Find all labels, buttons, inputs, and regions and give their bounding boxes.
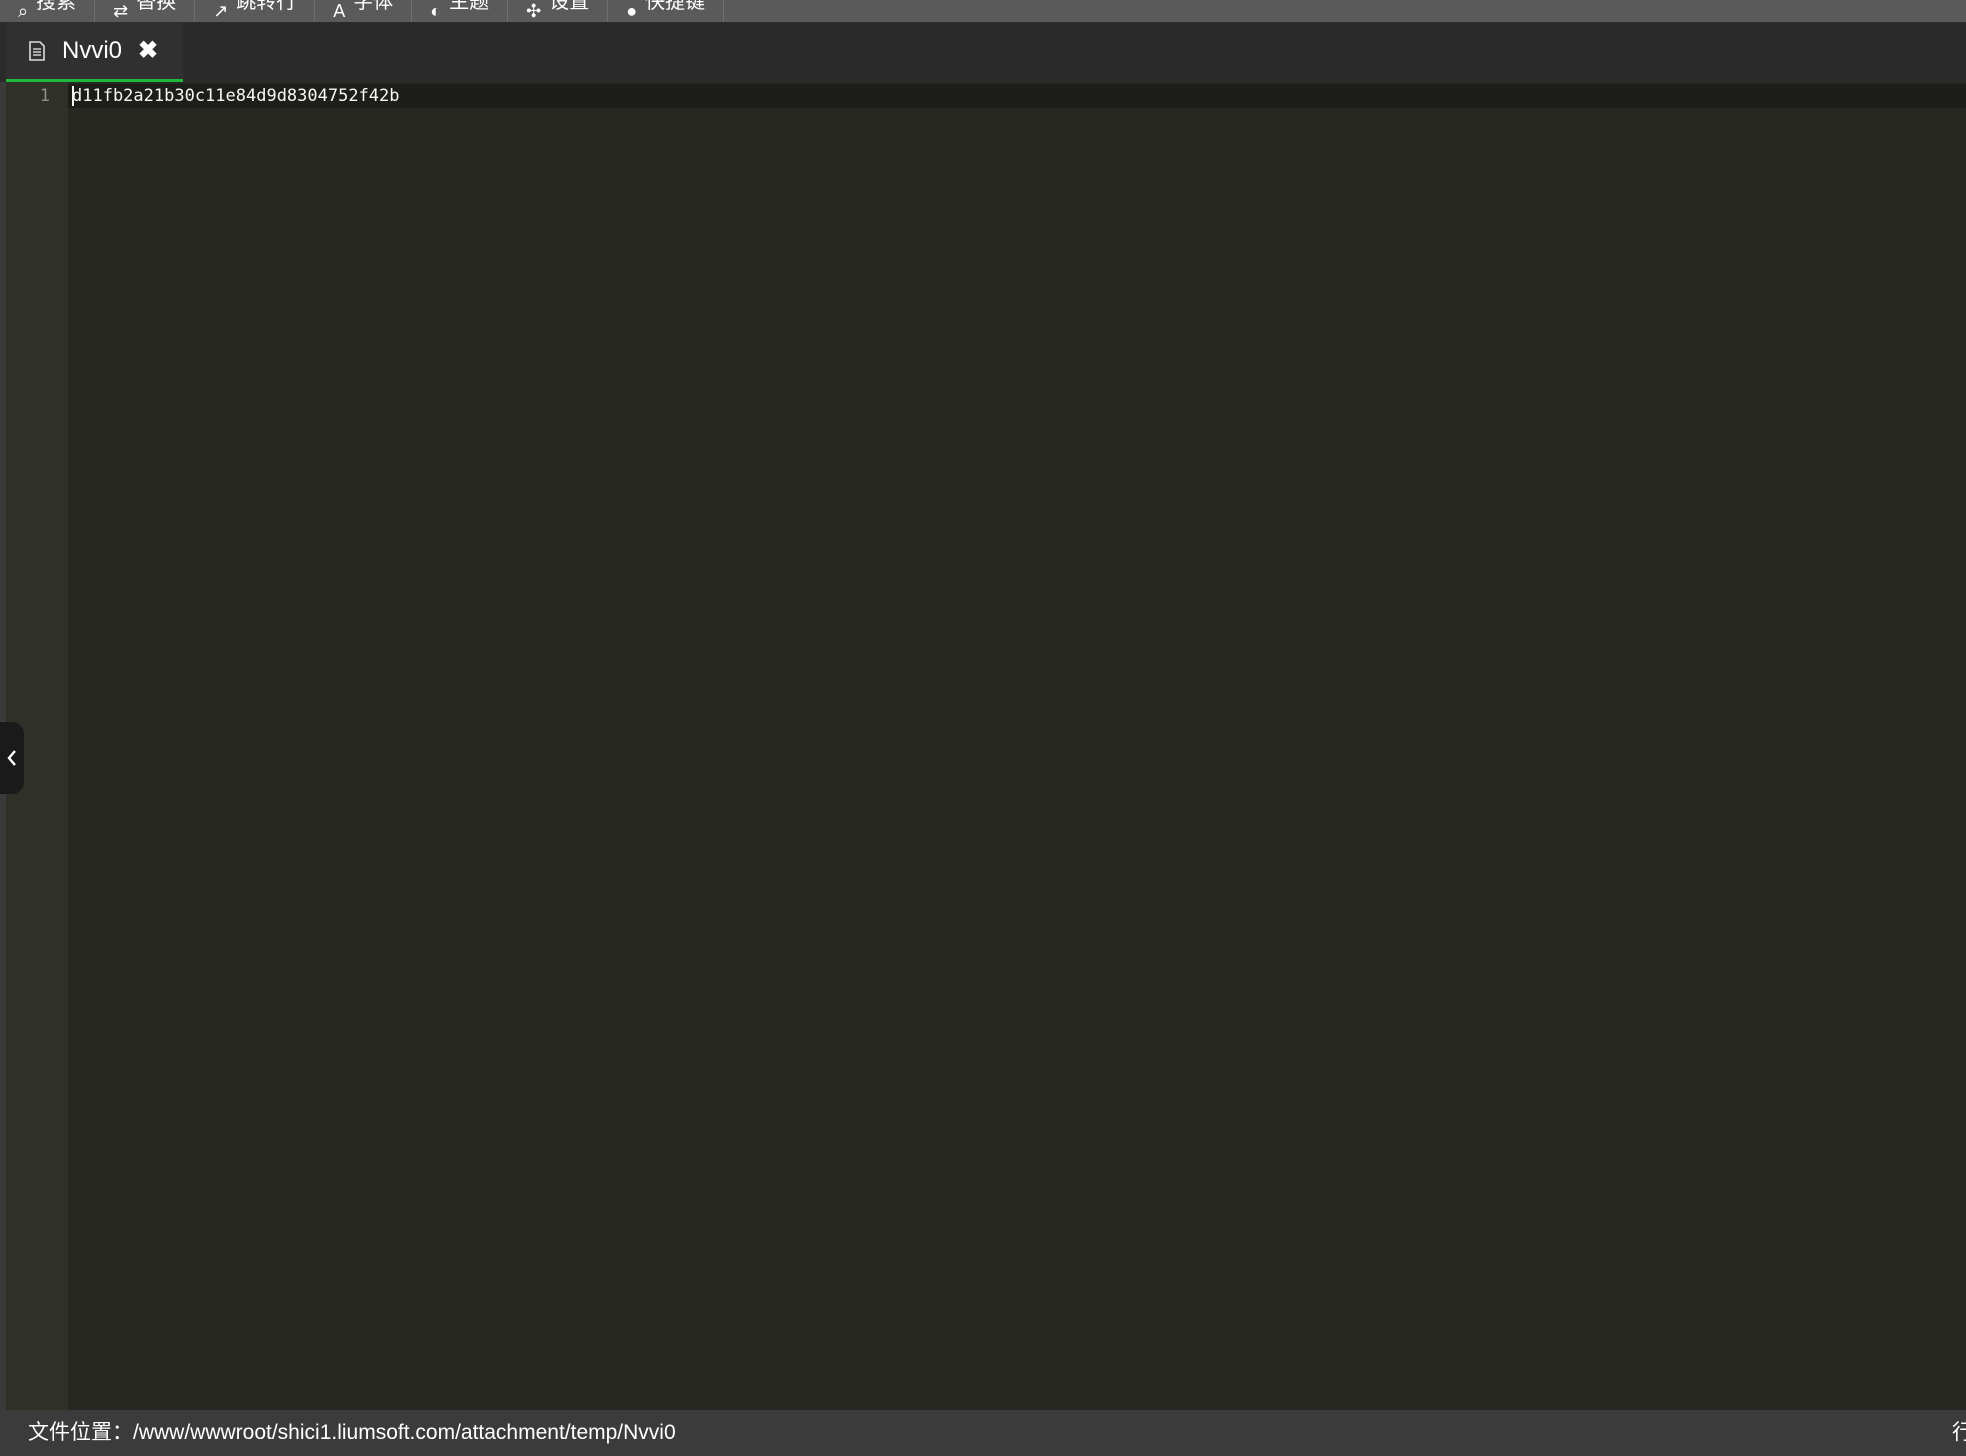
font-icon: A [333,1,346,21]
toolbar-search-label: 搜索 [36,0,77,13]
cursor-position-label: 行 [1952,1421,1966,1444]
replace-icon: ⇄ [113,1,129,21]
search-icon: ⌕ [18,1,29,21]
toolbar-keyboard-label: 快捷键 [645,0,706,13]
toolbar-theme-button[interactable]: ◐ 主题 [412,0,509,22]
tab-nvvi0[interactable]: Nvvi0 ✖ [6,22,183,82]
keyboard-icon: ● [626,1,638,21]
toolbar-replace-button[interactable]: ⇄ 替换 [95,0,196,22]
text-cursor [72,86,74,106]
toolbar-jump-label: 跳转行 [236,0,297,13]
tab-label: Nvvi0 [62,36,123,64]
toolbar-keyboard-button[interactable]: ● 快捷键 [608,0,725,22]
settings-icon: ✣ [526,1,542,21]
toolbar-font-button[interactable]: A 字体 [315,0,413,22]
toolbar-jump-button[interactable]: ↗ 跳转行 [195,0,316,22]
close-icon[interactable]: ✖ [138,36,158,65]
status-bar: 文件位置：/www/wwwroot/shici1.liumsoft.com/at… [0,1410,1966,1456]
code-editor[interactable]: 1 d11fb2a21b30c11e84d9d8304752f42b [0,82,1966,1410]
file-path-label: 文件位置：/www/wwwroot/shici1.liumsoft.com/at… [28,1421,676,1444]
sidebar-toggle-button[interactable] [0,722,24,794]
toolbar-search-button[interactable]: ⌕ 搜索 [0,0,96,22]
editor-toolbar: ⌕ 搜索 ⇄ 替换 ↗ 跳转行 A 字体 ◐ 主题 ✣ 设置 ● 快捷键 [0,0,1966,22]
line-number: 1 [39,86,50,106]
toolbar-replace-label: 替换 [136,0,177,13]
chevron-left-icon [7,750,16,766]
file-icon [29,40,45,61]
toolbar-settings-button[interactable]: ✣ 设置 [508,0,609,22]
theme-icon: ◐ [430,1,442,21]
toolbar-theme-label: 主题 [449,0,490,13]
jump-icon: ↗ [213,1,229,21]
code-line[interactable]: d11fb2a21b30c11e84d9d8304752f42b [72,84,400,108]
toolbar-font-label: 字体 [353,0,394,13]
tab-bar: Nvvi0 ✖ [0,22,1966,82]
toolbar-settings-label: 设置 [549,0,590,13]
